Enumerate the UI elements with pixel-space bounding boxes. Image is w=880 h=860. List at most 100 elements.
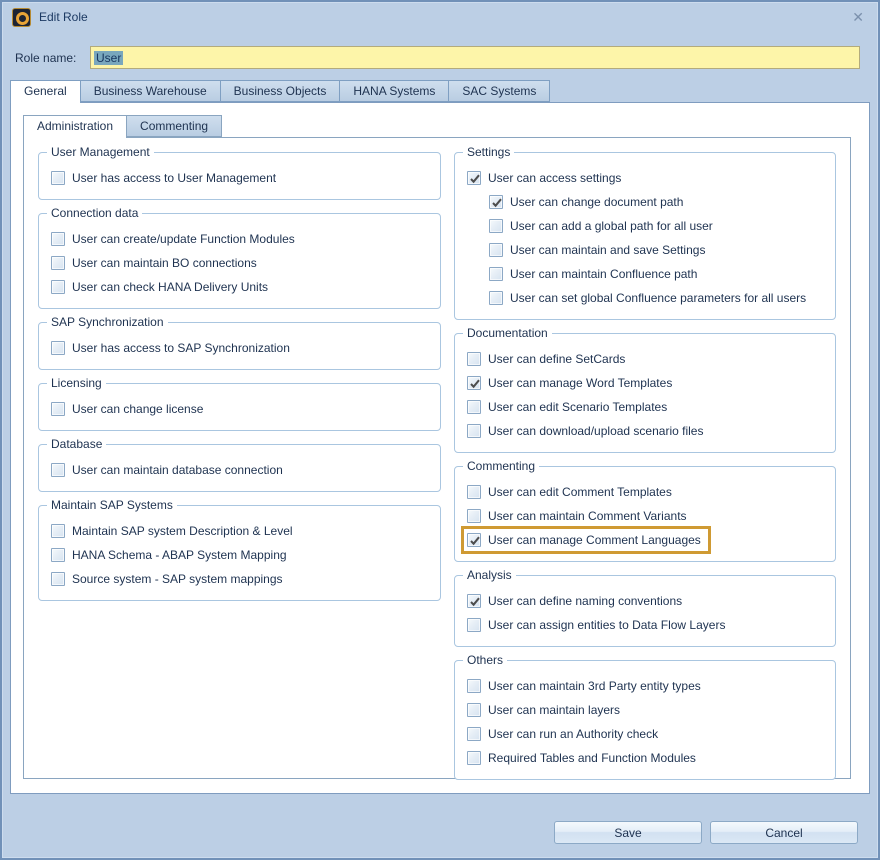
checkbox-label: User can change license: [72, 402, 203, 416]
checkbox-unchecked[interactable]: [51, 402, 65, 416]
checkbox-unchecked[interactable]: [489, 243, 503, 257]
group-title: Settings: [463, 145, 514, 159]
checkbox-unchecked[interactable]: [467, 703, 481, 717]
checkbox-row-user-can-define-naming-conventions[interactable]: User can define naming conventions: [467, 590, 682, 612]
tab-sac-systems[interactable]: SAC Systems: [449, 80, 550, 102]
checkbox-row-user-can-check-hana-delivery-units[interactable]: User can check HANA Delivery Units: [51, 276, 268, 298]
group-title: Maintain SAP Systems: [47, 498, 177, 512]
checkbox-unchecked[interactable]: [51, 463, 65, 477]
checkbox-row-maintain-sap-system-description-level[interactable]: Maintain SAP system Description & Level: [51, 520, 293, 542]
checkbox-label: User can maintain Confluence path: [510, 267, 697, 281]
checkbox-checked[interactable]: [467, 376, 481, 390]
edit-role-dialog: Edit Role ✕ Role name: User GeneralBusin…: [0, 0, 880, 860]
group-commenting: CommentingUser can edit Comment Template…: [454, 466, 836, 562]
checkbox-row-user-can-maintain-bo-connections[interactable]: User can maintain BO connections: [51, 252, 257, 274]
checkbox-row-user-can-maintain-confluence-path[interactable]: User can maintain Confluence path: [489, 263, 697, 285]
checkbox-checked[interactable]: [467, 594, 481, 608]
checkbox-checked[interactable]: [467, 533, 481, 547]
checkbox-unchecked[interactable]: [489, 291, 503, 305]
checkbox-label: User can edit Scenario Templates: [488, 400, 667, 414]
checkbox-unchecked[interactable]: [467, 485, 481, 499]
checkbox-row-user-can-edit-scenario-templates[interactable]: User can edit Scenario Templates: [467, 396, 667, 418]
checkbox-checked[interactable]: [489, 195, 503, 209]
checkbox-row-user-can-maintain-database-connection[interactable]: User can maintain database connection: [51, 459, 283, 481]
checkbox-row-user-can-access-settings[interactable]: User can access settings: [467, 167, 621, 189]
checkbox-row-user-can-set-global-confluence-parameter[interactable]: User can set global Confluence parameter…: [489, 287, 806, 309]
main-tab-strip: GeneralBusiness WarehouseBusiness Object…: [10, 80, 550, 103]
group-documentation: DocumentationUser can define SetCardsUse…: [454, 333, 836, 453]
tab-general[interactable]: General: [10, 80, 81, 103]
tab-business-warehouse[interactable]: Business Warehouse: [81, 80, 221, 102]
checkbox-unchecked[interactable]: [51, 548, 65, 562]
checkbox-unchecked[interactable]: [51, 280, 65, 294]
checkbox-label: User can check HANA Delivery Units: [72, 280, 268, 294]
checkbox-row-user-can-maintain-layers[interactable]: User can maintain layers: [467, 699, 620, 721]
checkbox-unchecked[interactable]: [51, 524, 65, 538]
role-name-label: Role name:: [15, 51, 76, 65]
checkbox-row-hana-schema-abap-system-mapping[interactable]: HANA Schema - ABAP System Mapping: [51, 544, 287, 566]
checkbox-unchecked[interactable]: [51, 232, 65, 246]
group-sap-synchronization: SAP SynchronizationUser has access to SA…: [38, 322, 441, 370]
app-icon: [12, 8, 31, 27]
checkbox-row-user-can-maintain-and-save-settings[interactable]: User can maintain and save Settings: [489, 239, 705, 261]
group-database: DatabaseUser can maintain database conne…: [38, 444, 441, 492]
checkbox-row-user-can-maintain-comment-variants[interactable]: User can maintain Comment Variants: [467, 505, 687, 527]
checkbox-unchecked[interactable]: [489, 267, 503, 281]
checkbox-unchecked[interactable]: [467, 727, 481, 741]
tab-administration[interactable]: Administration: [23, 115, 127, 138]
checkbox-row-user-can-manage-comment-languages[interactable]: User can manage Comment Languages: [461, 526, 711, 554]
group-title: Others: [463, 653, 507, 667]
checkbox-unchecked[interactable]: [489, 219, 503, 233]
checkbox-label: User can edit Comment Templates: [488, 485, 672, 499]
group-title: SAP Synchronization: [47, 315, 168, 329]
save-button[interactable]: Save: [554, 821, 702, 844]
checkbox-row-user-has-access-to-user-management[interactable]: User has access to User Management: [51, 167, 276, 189]
checkbox-unchecked[interactable]: [51, 572, 65, 586]
checkbox-label: User can maintain and save Settings: [510, 243, 705, 257]
checkbox-row-user-can-define-setcards[interactable]: User can define SetCards: [467, 348, 625, 370]
checkbox-unchecked[interactable]: [467, 751, 481, 765]
checkbox-row-user-can-manage-word-templates[interactable]: User can manage Word Templates: [467, 372, 672, 394]
checkbox-label: User can maintain 3rd Party entity types: [488, 679, 701, 693]
checkbox-row-required-tables-and-function-modules[interactable]: Required Tables and Function Modules: [467, 747, 696, 769]
close-icon[interactable]: ✕: [848, 10, 868, 24]
checkbox-unchecked[interactable]: [51, 171, 65, 185]
checkbox-label: User can maintain layers: [488, 703, 620, 717]
group-title: Analysis: [463, 568, 516, 582]
checkbox-label: User can change document path: [510, 195, 683, 209]
cancel-button[interactable]: Cancel: [710, 821, 858, 844]
checkbox-checked[interactable]: [467, 171, 481, 185]
tab-commenting[interactable]: Commenting: [127, 115, 222, 137]
checkbox-unchecked[interactable]: [467, 400, 481, 414]
left-column: User ManagementUser has access to User M…: [38, 152, 441, 764]
checkbox-row-user-can-run-an-authority-check[interactable]: User can run an Authority check: [467, 723, 658, 745]
checkbox-unchecked[interactable]: [51, 341, 65, 355]
checkbox-label: User can access settings: [488, 171, 621, 185]
checkbox-row-user-can-change-document-path[interactable]: User can change document path: [489, 191, 683, 213]
role-name-input[interactable]: User: [90, 46, 860, 69]
checkbox-label: User can run an Authority check: [488, 727, 658, 741]
group-user-management: User ManagementUser has access to User M…: [38, 152, 441, 200]
group-title: Database: [47, 437, 106, 451]
checkbox-unchecked[interactable]: [467, 509, 481, 523]
checkbox-row-user-can-create-update-function-modules[interactable]: User can create/update Function Modules: [51, 228, 295, 250]
checkbox-row-user-can-edit-comment-templates[interactable]: User can edit Comment Templates: [467, 481, 672, 503]
checkbox-row-source-system-sap-system-mappings[interactable]: Source system - SAP system mappings: [51, 568, 283, 590]
tab-business-objects[interactable]: Business Objects: [221, 80, 341, 102]
checkbox-unchecked[interactable]: [467, 352, 481, 366]
checkbox-label: User can define SetCards: [488, 352, 625, 366]
role-name-value: User: [94, 51, 123, 65]
checkbox-unchecked[interactable]: [467, 618, 481, 632]
checkbox-row-user-has-access-to-sap-synchronization[interactable]: User has access to SAP Synchronization: [51, 337, 290, 359]
checkbox-row-user-can-change-license[interactable]: User can change license: [51, 398, 203, 420]
checkbox-unchecked[interactable]: [467, 679, 481, 693]
checkbox-row-user-can-maintain-3rd-party-entity-types[interactable]: User can maintain 3rd Party entity types: [467, 675, 701, 697]
checkbox-label: User can download/upload scenario files: [488, 424, 703, 438]
checkbox-unchecked[interactable]: [467, 424, 481, 438]
checkbox-unchecked[interactable]: [51, 256, 65, 270]
checkbox-row-user-can-assign-entities-to-data-flow-la[interactable]: User can assign entities to Data Flow La…: [467, 614, 725, 636]
tab-hana-systems[interactable]: HANA Systems: [340, 80, 449, 102]
checkbox-row-user-can-download-upload-scenario-files[interactable]: User can download/upload scenario files: [467, 420, 703, 442]
checkbox-row-user-can-add-a-global-path-for-all-user[interactable]: User can add a global path for all user: [489, 215, 713, 237]
group-others: OthersUser can maintain 3rd Party entity…: [454, 660, 836, 780]
